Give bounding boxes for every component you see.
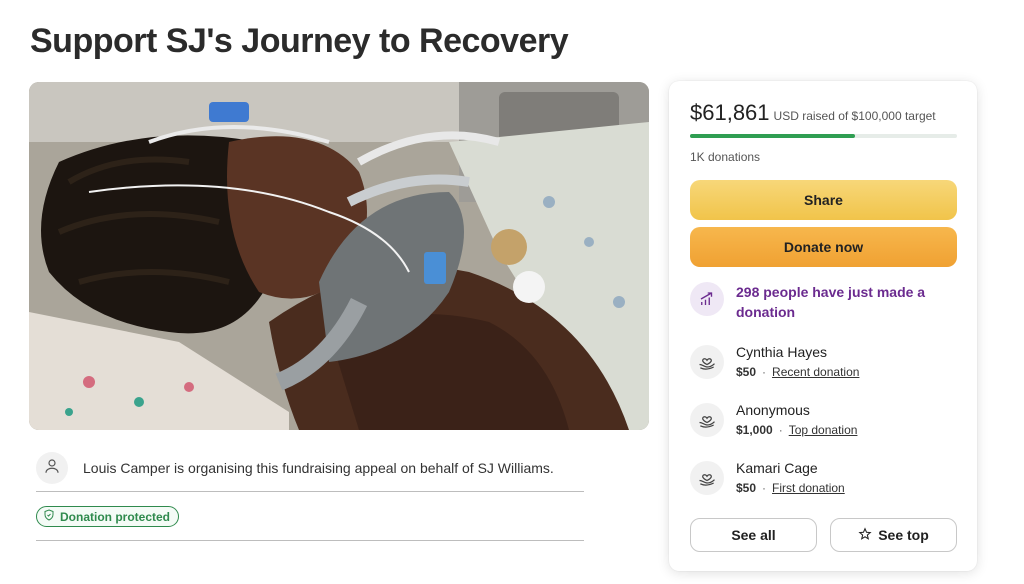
donation-hands-heart-icon bbox=[690, 345, 724, 379]
avatar bbox=[36, 452, 68, 484]
share-button[interactable]: Share bbox=[690, 180, 957, 220]
amount-raised: $61,861 USD raised of $100,000 target bbox=[690, 100, 936, 126]
donation-card: $61,861 USD raised of $100,000 target 1K… bbox=[669, 81, 977, 571]
shield-icon bbox=[43, 509, 55, 524]
donor-name: Kamari Cage bbox=[736, 460, 818, 476]
donate-now-button[interactable]: Donate now bbox=[690, 227, 957, 267]
recent-activity: 298 people have just made a donation bbox=[690, 282, 936, 322]
hospital-patient-image bbox=[29, 82, 649, 430]
donation-protected-badge[interactable]: Donation protected bbox=[36, 506, 179, 527]
see-all-label: See all bbox=[731, 527, 776, 543]
raised-target-text: USD raised of $100,000 target bbox=[773, 109, 936, 123]
separator-dot: · bbox=[762, 481, 767, 495]
organiser-row: Louis Camper is organising this fundrais… bbox=[36, 445, 584, 491]
donation-type-link[interactable]: First donation bbox=[772, 481, 845, 495]
donor-item: Anonymous $1,000 · Top donation bbox=[690, 401, 857, 437]
progress-fill bbox=[690, 134, 856, 138]
donation-type-link[interactable]: Top donation bbox=[789, 423, 858, 437]
recent-donors-text: 298 people have just made a donation bbox=[736, 284, 926, 320]
see-top-label: See top bbox=[878, 527, 929, 543]
donor-amount: $50 bbox=[736, 481, 757, 495]
donation-hands-heart-icon bbox=[690, 403, 724, 437]
separator-dot: · bbox=[762, 365, 767, 379]
separator-dot: · bbox=[778, 423, 783, 437]
organiser-text: Louis Camper is organising this fundrais… bbox=[83, 460, 554, 476]
person-icon bbox=[43, 457, 61, 480]
campaign-photo bbox=[29, 82, 649, 430]
badge-label: Donation protected bbox=[60, 509, 170, 524]
donor-name: Cynthia Hayes bbox=[736, 344, 828, 360]
divider bbox=[36, 540, 584, 541]
donation-type-link[interactable]: Recent donation bbox=[772, 365, 859, 379]
page-title: Support SJ's Journey to Recovery bbox=[30, 22, 569, 60]
see-all-button[interactable]: See all bbox=[690, 518, 817, 552]
donor-item: Kamari Cage $50 · First donation bbox=[690, 459, 845, 495]
divider bbox=[36, 491, 584, 492]
donation-count: 1K donations bbox=[690, 150, 761, 164]
donor-amount: $1,000 bbox=[736, 423, 773, 437]
star-icon bbox=[858, 526, 872, 544]
see-top-button[interactable]: See top bbox=[830, 518, 957, 552]
raised-amount: $61,861 bbox=[690, 100, 770, 125]
progress-bar bbox=[690, 134, 957, 138]
donor-amount: $50 bbox=[736, 365, 757, 379]
donor-name: Anonymous bbox=[736, 402, 810, 418]
donor-item: Cynthia Hayes $50 · Recent donation bbox=[690, 343, 859, 379]
trending-chart-icon bbox=[690, 282, 724, 316]
donation-hands-heart-icon bbox=[690, 461, 724, 495]
